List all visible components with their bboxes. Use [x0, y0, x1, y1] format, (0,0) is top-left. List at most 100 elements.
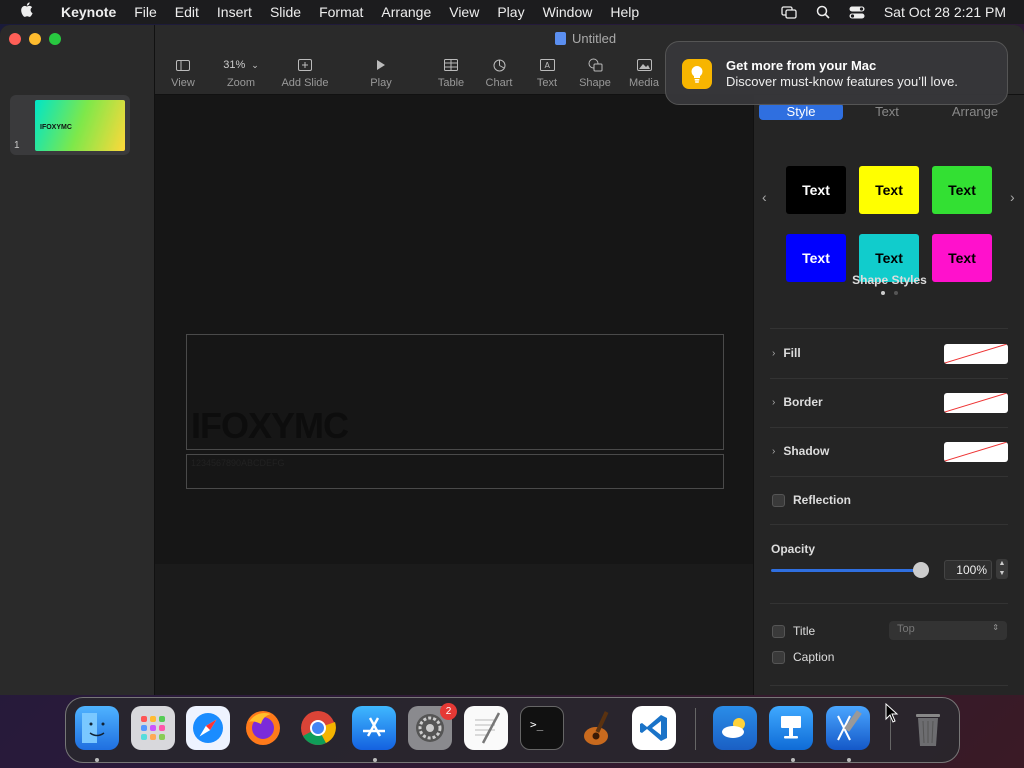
shape-style-green[interactable]: Text [932, 166, 992, 214]
vscode-icon[interactable] [632, 706, 676, 750]
shadow-color-well[interactable] [944, 442, 1008, 462]
menu-file[interactable]: File [125, 0, 166, 24]
menu-bar-clock[interactable]: Sat Oct 28 2:21 PM [874, 4, 1024, 20]
shape-style-black[interactable]: Text [786, 166, 846, 214]
running-indicator [791, 758, 795, 762]
title-row[interactable]: Title [772, 624, 815, 638]
slide-thumbnail[interactable]: IFOXYMC [35, 100, 125, 151]
shape-style-yellow[interactable]: Text [859, 166, 919, 214]
fill-disclosure[interactable]: › Fill [772, 346, 801, 360]
chrome-icon[interactable] [296, 706, 340, 750]
title-checkbox[interactable] [772, 624, 785, 638]
slide-canvas: IFOXYMC 1234567890ABCDEFG [155, 95, 753, 695]
chevron-left-icon[interactable]: ‹ [762, 189, 767, 205]
table-icon [436, 55, 466, 75]
notification-body: Discover must-know features you’ll love. [726, 74, 958, 89]
terminal-icon[interactable]: >_ [520, 706, 564, 750]
text-label: Text [536, 77, 558, 89]
menu-format[interactable]: Format [310, 0, 372, 24]
menu-help[interactable]: Help [601, 0, 648, 24]
safari-icon[interactable] [186, 706, 230, 750]
shape-button[interactable]: Shape [578, 55, 612, 89]
caption-checkbox[interactable] [772, 650, 785, 664]
caption-label: Caption [793, 650, 835, 664]
caption-row[interactable]: Caption [772, 650, 834, 664]
media-button[interactable]: Media [627, 55, 661, 89]
garageband-icon[interactable] [576, 706, 620, 750]
minimize-window-button[interactable] [29, 33, 41, 45]
fill-color-well[interactable] [944, 344, 1008, 364]
trash-icon[interactable] [906, 706, 950, 750]
keynote-icon[interactable] [769, 706, 813, 750]
menu-view[interactable]: View [440, 0, 488, 24]
app-store-icon[interactable] [352, 706, 396, 750]
view-button[interactable]: View [169, 55, 197, 89]
chevron-right-icon[interactable]: › [1010, 189, 1015, 205]
shape-styles-label: Shape Styles [852, 273, 927, 287]
sidebar-icon [169, 55, 197, 75]
apple-menu-icon[interactable] [0, 2, 52, 22]
title-text-box[interactable]: IFOXYMC [186, 334, 724, 450]
media-icon [627, 55, 661, 75]
reflection-checkbox[interactable] [772, 493, 785, 507]
text-button[interactable]: A Text [533, 55, 561, 89]
shadow-disclosure[interactable]: › Shadow [772, 444, 829, 458]
document-title[interactable]: Untitled [555, 31, 616, 46]
reflection-row[interactable]: Reflection [772, 493, 851, 507]
slide-caption[interactable]: 1234567890ABCDEFG [191, 458, 285, 468]
opacity-value-field[interactable]: 100% [944, 560, 992, 580]
opacity-stepper[interactable]: ▲ ▼ [996, 559, 1008, 579]
tab-arrange[interactable]: Arrange [931, 103, 1019, 120]
slide-title[interactable]: IFOXYMC [191, 405, 349, 447]
shape-icon [578, 55, 612, 75]
chevron-down-icon: ⌄ [251, 59, 259, 70]
weather-icon[interactable] [713, 706, 757, 750]
tab-text[interactable]: Text [843, 103, 931, 120]
document-title-text: Untitled [572, 31, 617, 46]
keynote-document-icon [555, 32, 566, 45]
spotlight-search-icon[interactable] [806, 0, 840, 24]
screen-mirroring-icon[interactable] [772, 0, 806, 24]
title-position-select[interactable]: Top ⇕ [889, 621, 1007, 640]
textedit-icon[interactable] [464, 706, 508, 750]
lightbulb-icon [682, 59, 712, 89]
svg-text:>_: >_ [530, 718, 544, 731]
opacity-slider-track[interactable] [771, 569, 921, 572]
notification-banner[interactable]: Get more from your Mac Discover must-kno… [665, 41, 1008, 105]
text-box-icon: A [533, 55, 561, 75]
menu-app-name[interactable]: Keynote [52, 0, 125, 24]
tab-style[interactable]: Style [759, 103, 843, 120]
menu-arrange[interactable]: Arrange [372, 0, 440, 24]
fullscreen-window-button[interactable] [49, 33, 61, 45]
divider [770, 685, 1008, 686]
caption-text-box[interactable]: 1234567890ABCDEFG [186, 454, 724, 489]
slide[interactable]: IFOXYMC 1234567890ABCDEFG [155, 95, 753, 564]
zoom-control[interactable]: 31% ⌄ Zoom [217, 55, 265, 89]
menu-insert[interactable]: Insert [208, 0, 261, 24]
table-button[interactable]: Table [436, 55, 466, 89]
control-center-icon[interactable] [840, 0, 874, 24]
menu-slide[interactable]: Slide [261, 0, 310, 24]
page-dot[interactable] [894, 291, 898, 295]
play-button[interactable]: Play [367, 55, 395, 89]
opacity-label: Opacity [771, 542, 816, 556]
finder-icon[interactable] [75, 706, 119, 750]
close-window-button[interactable] [9, 33, 21, 45]
chart-button[interactable]: Chart [483, 55, 515, 89]
chevron-right-icon: › [772, 396, 776, 408]
border-disclosure[interactable]: › Border [772, 395, 823, 409]
border-color-well[interactable] [944, 393, 1008, 413]
page-dot-active[interactable] [881, 291, 885, 295]
running-indicator [373, 758, 377, 762]
running-indicator [847, 758, 851, 762]
menu-window[interactable]: Window [534, 0, 602, 24]
position-value: Top [897, 623, 915, 635]
chart-label: Chart [485, 77, 513, 89]
add-slide-button[interactable]: Add Slide [277, 55, 333, 89]
launchpad-icon[interactable] [131, 706, 175, 750]
menu-play[interactable]: Play [488, 0, 533, 24]
opacity-slider-knob[interactable] [913, 562, 929, 578]
firefox-icon[interactable] [241, 706, 285, 750]
menu-edit[interactable]: Edit [166, 0, 208, 24]
xcode-icon[interactable] [826, 706, 870, 750]
